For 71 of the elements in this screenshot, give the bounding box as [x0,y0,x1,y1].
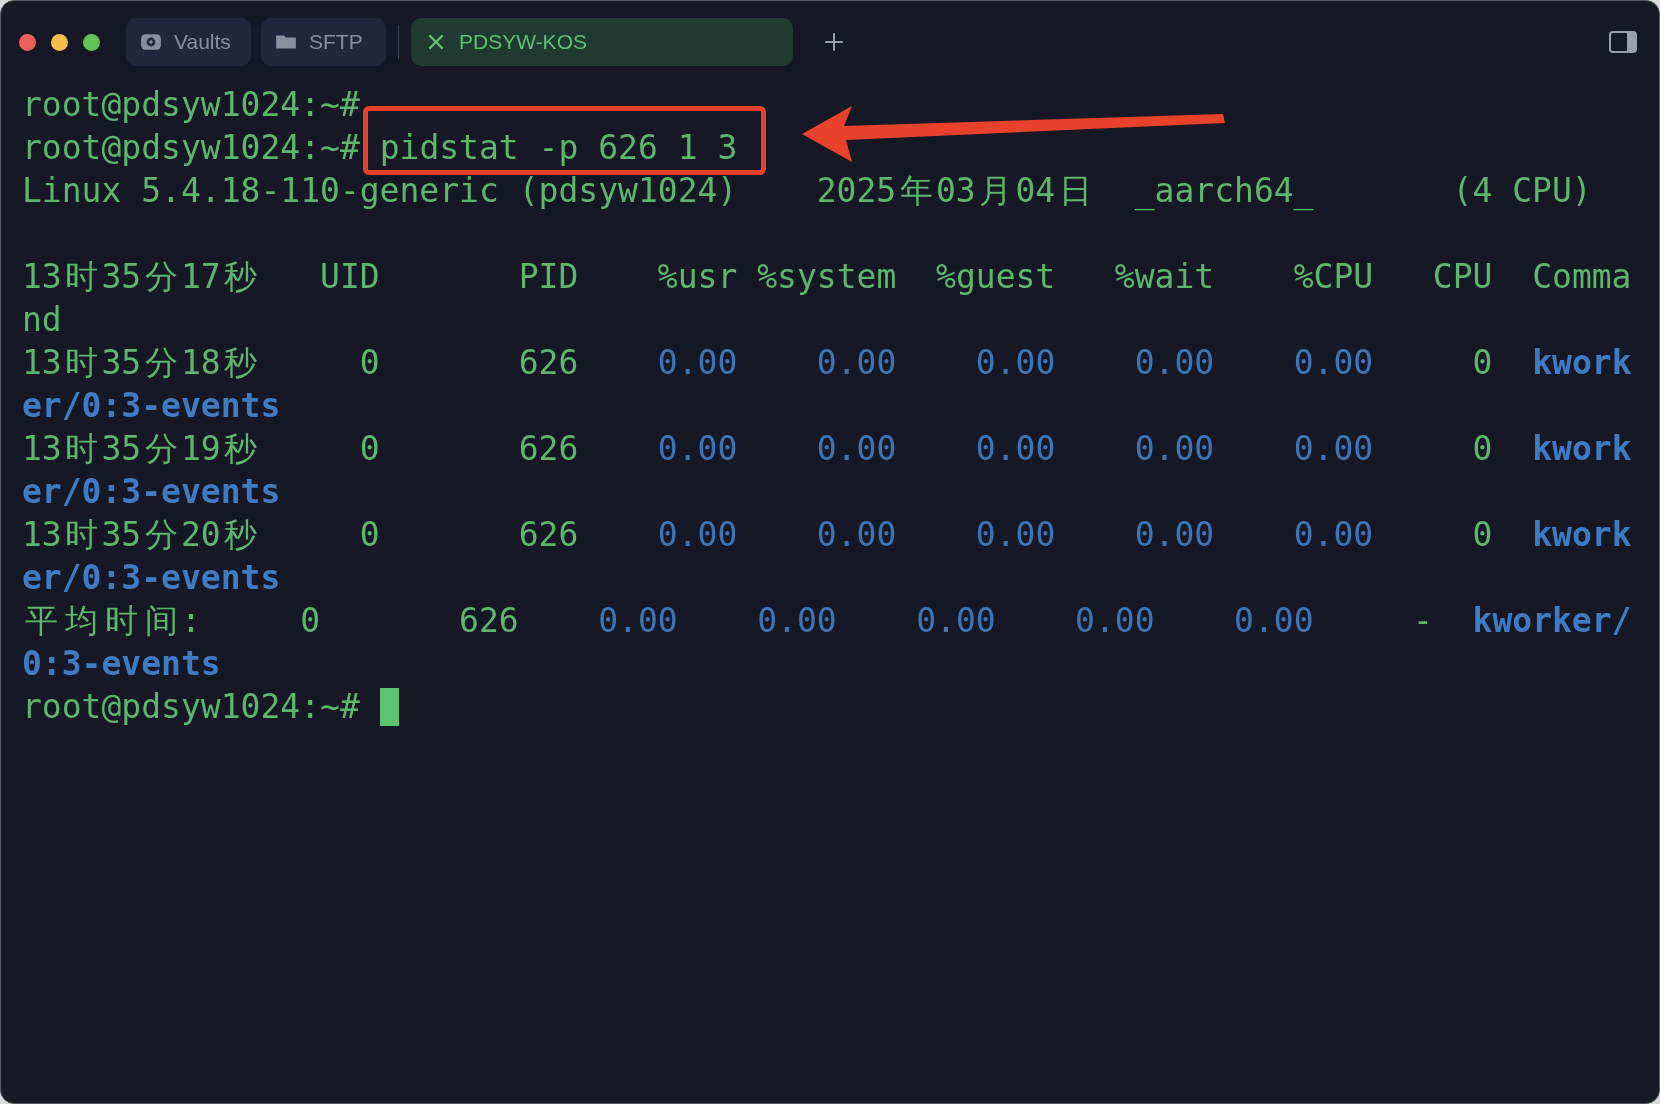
stat-value: 0.00 [975,428,1056,470]
tab[interactable]: Vaults [126,18,251,66]
terminal-text: 0 [359,342,380,384]
stat-value: 0.00 [657,428,738,470]
terminal-text: 13时35分20秒 [22,514,259,556]
terminal-text: 13时35分18秒 [22,342,259,384]
sidebar-toggle-icon[interactable] [1609,31,1637,53]
terminal-text: 0 [300,600,321,642]
terminal-text: %system [757,256,897,298]
tab[interactable]: PDSYW-KOS [411,18,793,66]
stat-value: 0.00 [816,428,897,470]
terminal-text: %guest [936,256,1056,298]
terminal-text: Comma [1532,256,1632,298]
terminal-text: %wait [1114,256,1215,298]
terminal-text: root@pdsyw1024:~# [22,127,360,169]
terminal-text: 626 [518,428,579,470]
stat-value: 0.00 [816,514,897,556]
terminal-text: 0 [359,514,380,556]
terminal-text: 0 [359,428,380,470]
process-name: kwork [1532,514,1632,556]
stat-value: 0.00 [1134,428,1215,470]
process-name: er/0:3-events [22,471,281,513]
command-text: pidstat -p 626 1 3 [379,127,738,169]
stat-value: 0.00 [975,342,1056,384]
vault-icon [140,31,162,53]
stat-value: 0.00 [598,600,678,642]
terminal-text: Linux 5.4.18-110-generic (pdsyw1024) [22,170,738,212]
terminal-text: 0 [1472,514,1493,556]
terminal-text: 平均时间: [24,600,201,642]
process-name: kwork [1532,428,1632,470]
terminal-text: 13时35分19秒 [22,428,259,470]
terminal-text: UID [320,256,380,298]
stat-value: 0.00 [1234,600,1314,642]
new-tab-icon[interactable] [823,31,845,53]
process-name: er/0:3-events [22,385,281,427]
terminal-text: nd [22,299,62,341]
terminal-text: 0 [1472,428,1493,470]
terminal-text: 626 [459,600,519,642]
terminal-text: - [1412,600,1433,642]
terminal-text: PID [518,256,579,298]
terminal-text: 626 [518,514,579,556]
tab[interactable]: SFTP [261,18,386,66]
process-name: er/0:3-events [22,557,281,599]
terminal-text: 13时35分17秒 [22,256,259,298]
terminal-text: %usr [657,256,738,298]
stat-value: 0.00 [1293,342,1374,384]
stat-value: 0.00 [657,342,738,384]
process-name: 0:3-events [22,643,221,685]
stat-value: 0.00 [1134,342,1215,384]
terminal-text: root@pdsyw1024:~# [22,84,360,126]
zoom-window-button[interactable] [83,33,100,51]
stat-value: 0.00 [657,514,738,556]
close-window-button[interactable] [19,33,36,51]
terminal-text: (4 CPU) [1452,170,1592,212]
terminal-text: %CPU [1293,256,1374,298]
process-name: kwork [1532,342,1632,384]
terminal-text: _aarch64_ [1134,170,1314,212]
stat-value: 0.00 [757,600,837,642]
terminal-text: root@pdsyw1024:~# [22,686,360,728]
terminal-text: CPU [1432,256,1493,298]
stat-value: 0.00 [916,600,996,642]
stat-value: 0.00 [816,342,897,384]
stat-value: 0.00 [975,514,1056,556]
stat-value: 0.00 [1075,600,1155,642]
minimize-window-button[interactable] [51,33,68,51]
stat-value: 0.00 [1134,514,1215,556]
stat-value: 0.00 [1293,514,1374,556]
stat-value: 0.00 [1293,428,1374,470]
terminal-text: 0 [1472,342,1493,384]
terminal-text: 626 [518,342,579,384]
process-name: kworker/ [1472,600,1632,642]
